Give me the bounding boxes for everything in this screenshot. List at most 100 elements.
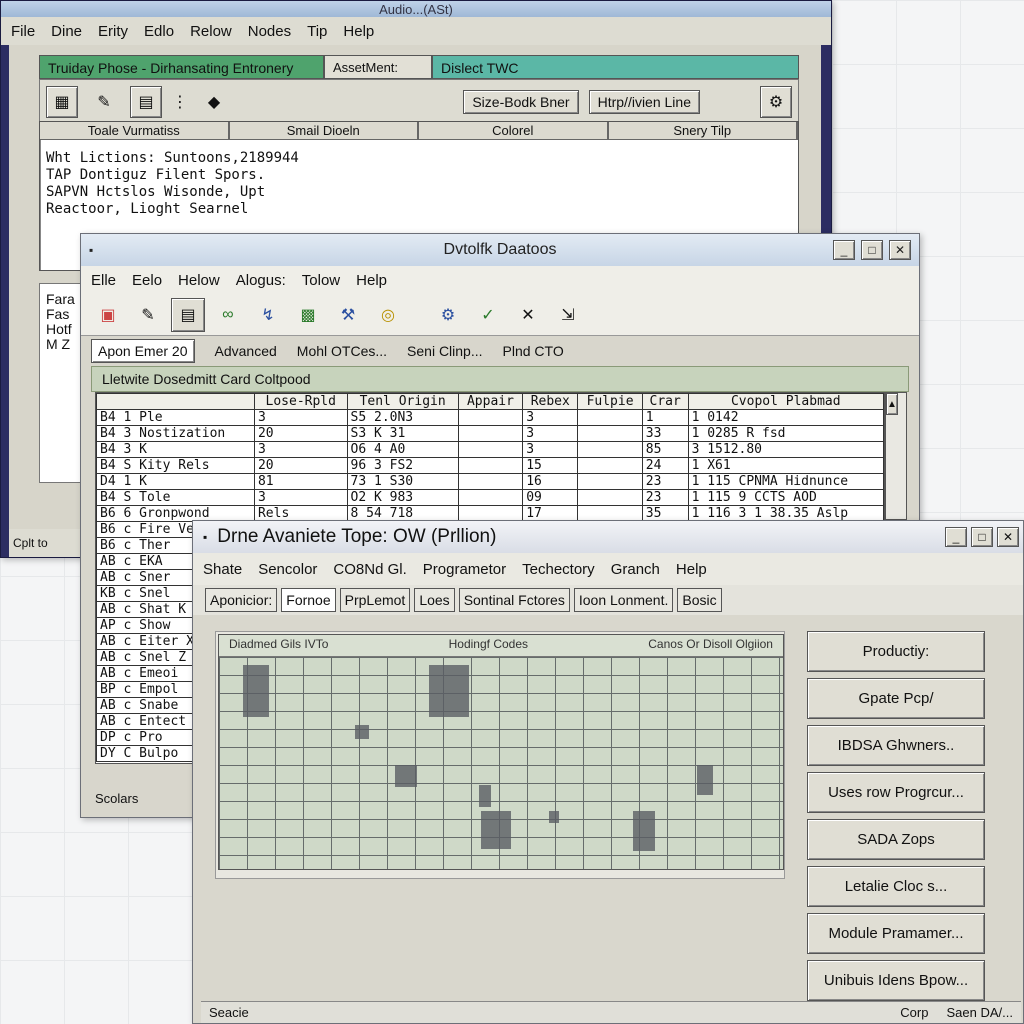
maximize-icon[interactable]: □	[971, 527, 993, 547]
tab-dislect[interactable]: Dislect TWC	[432, 55, 799, 79]
menu-file[interactable]: Elle	[91, 272, 116, 289]
table-row[interactable]: B4 1 Ple 3 S5 2.0N3 3 1 1 0142	[96, 409, 884, 426]
export-icon[interactable]: ⇲	[551, 298, 585, 332]
unibuis-button[interactable]: Unibuis Idens Bpow...	[807, 960, 985, 1001]
close-icon[interactable]: ✕	[889, 240, 911, 260]
menu-programetor[interactable]: Programetor	[423, 561, 506, 578]
menu-shate[interactable]: Shate	[203, 561, 242, 578]
table-cell: S5 2.0N3	[346, 409, 459, 426]
table-row[interactable]: B4 S Kity Rels 20 96 3 FS2 15 24 1 X61	[96, 457, 884, 474]
open-icon[interactable]: ▣	[91, 298, 125, 332]
menu-sencolor[interactable]: Sencolor	[258, 561, 317, 578]
sada-zops-button[interactable]: SADA Zops	[807, 819, 985, 860]
column-header[interactable]: Colorel	[419, 122, 609, 139]
tab-mohl[interactable]: Mohl OTCes...	[297, 343, 387, 359]
column-header[interactable]: Crar	[641, 393, 689, 410]
window-titlebar[interactable]: ▪ Drne Avaniete Tope: OW (Prllion) _ □ ✕	[193, 521, 1023, 553]
uses-row-button[interactable]: Uses row Progrcur...	[807, 772, 985, 813]
minimize-icon[interactable]: _	[945, 527, 967, 547]
window-titlebar[interactable]: ▪ Dvtolfk Daatoos _ □ ✕	[81, 234, 919, 266]
table-row[interactable]: B4 3 K 3 O6 4 A0 3 85 3 1512.80	[96, 441, 884, 458]
close-icon[interactable]: ✕	[997, 527, 1019, 547]
menu-co8nd[interactable]: CO8Nd Gl.	[333, 561, 406, 578]
menu-erity[interactable]: Erity	[98, 23, 128, 40]
tab-aponicior[interactable]: Aponicior:	[205, 588, 278, 612]
column-header[interactable]: Appair	[457, 393, 524, 410]
menu-edlo[interactable]: Edlo	[144, 23, 174, 40]
menu-dine[interactable]: Dine	[51, 23, 82, 40]
wrench-icon[interactable]: ⚒	[331, 298, 365, 332]
settings-icon[interactable]: ⚙	[760, 86, 792, 118]
http-line-button[interactable]: Htrp//ivien Line	[588, 90, 700, 114]
tab-advanced[interactable]: Advanced	[215, 343, 277, 359]
status-bar: Scolars	[95, 791, 139, 806]
menu-tip[interactable]: Tip	[307, 23, 327, 40]
menu-granch[interactable]: Granch	[611, 561, 660, 578]
column-header[interactable]: Smail Dioeln	[230, 122, 419, 139]
cube-icon[interactable]: ◆	[198, 86, 230, 118]
map-icon[interactable]: ▦	[46, 86, 78, 118]
minimize-icon[interactable]: _	[833, 240, 855, 260]
cancel-icon[interactable]: ✕	[511, 298, 545, 332]
menu-nodes[interactable]: Nodes	[248, 23, 291, 40]
tab-assessment[interactable]: AssetMent: Ainer	[324, 55, 432, 99]
status-right: Corp Saen DA/...	[900, 1002, 1013, 1023]
column-header[interactable]: Fulpie	[577, 393, 643, 410]
tab-bosic[interactable]: Bosic	[677, 588, 722, 612]
chart-icon[interactable]: ▤	[130, 86, 162, 118]
column-header[interactable]: Tenl Origin	[346, 393, 459, 410]
menu-helow[interactable]: Helow	[178, 272, 220, 289]
menu-help[interactable]: Help	[676, 561, 707, 578]
table-cell: B4 1 Ple	[96, 409, 255, 426]
gauge-icon[interactable]: ◎	[371, 298, 405, 332]
menu-techectory[interactable]: Techectory	[522, 561, 595, 578]
menu-help[interactable]: Help	[356, 272, 387, 289]
maximize-icon[interactable]: □	[861, 240, 883, 260]
tab-plnd[interactable]: Plnd CTO	[503, 343, 564, 359]
column-header[interactable]: Lose-Rpld	[253, 393, 348, 410]
probe-icon[interactable]: ✎	[88, 86, 120, 118]
floor-map[interactable]: Diadmed Gils IVTo Hodingf Codes Canos Or…	[218, 634, 784, 870]
chip-icon[interactable]: ▩	[291, 298, 325, 332]
vertical-scrollbar[interactable]: ▲	[885, 392, 907, 520]
table-row[interactable]: D4 1 K 81 73 1 S30 16 23 1 115 CPNMA Hidnunce	[96, 473, 884, 490]
column-header[interactable]: Cvopol Plabmad	[687, 393, 884, 410]
check-icon[interactable]: ✓	[471, 298, 505, 332]
menu-edit[interactable]: Eelo	[132, 272, 162, 289]
menu-tolow[interactable]: Tolow	[302, 272, 340, 289]
size-mode-button[interactable]: Size-Bodk Bner	[463, 90, 579, 114]
menu-help[interactable]: Help	[343, 23, 374, 40]
menu-relow[interactable]: Relow	[190, 23, 232, 40]
tab-loes[interactable]: Loes	[414, 588, 455, 612]
table-row[interactable]: B4 S Tole 3 O2 K 983 09 23 1 115 9 CCTS AOD	[96, 489, 884, 506]
tab-fornoe[interactable]: Fornoe	[281, 588, 336, 612]
productivity-button[interactable]: Productiy:	[807, 631, 985, 672]
module-programmer-button[interactable]: Module Pramamer...	[807, 913, 985, 954]
owners-button[interactable]: IBDSA Ghwners..	[807, 725, 985, 766]
tab-prplemot[interactable]: PrpLemot	[339, 588, 411, 612]
window-titlebar[interactable]: Audio...(ASt)	[1, 1, 831, 17]
letalie-button[interactable]: Letalie Cloc s...	[807, 866, 985, 907]
menu-alogus[interactable]: Alogus:	[236, 272, 286, 289]
tab-seni[interactable]: Seni Clinp...	[407, 343, 482, 359]
column-header[interactable]	[96, 393, 255, 410]
tab-sontinal[interactable]: Sontinal Fctores	[458, 588, 570, 612]
tool-icon[interactable]: ⚙	[431, 298, 465, 332]
gpate-button[interactable]: Gpate Pcp/	[807, 678, 985, 719]
column-header[interactable]: Toale Vurmatiss	[40, 122, 230, 139]
table-row[interactable]: B4 3 Nostization 20 S3 K 31 3 33 1 0285 R fsd	[96, 425, 884, 442]
scroll-up-icon[interactable]: ▲	[886, 393, 898, 415]
map-block	[481, 811, 511, 849]
tab-apon[interactable]: Apon Emer 20	[91, 339, 195, 363]
column-header[interactable]: Rebex	[522, 393, 579, 410]
column-header[interactable]: Snery Tilp	[609, 122, 798, 139]
tab-ioon[interactable]: Ioon Lonment.	[573, 588, 674, 612]
pencil-icon[interactable]: ✎	[131, 298, 165, 332]
table-cell: 23	[641, 473, 689, 490]
menu-file[interactable]: File	[11, 23, 35, 40]
map-block	[395, 765, 417, 787]
tab-phase[interactable]: Truiday Phose - Dirhansating Entronery	[39, 55, 324, 79]
edit-icon[interactable]: ▤	[171, 297, 205, 332]
link-icon[interactable]: ∞	[211, 298, 245, 332]
route-icon[interactable]: ↯	[251, 298, 285, 332]
